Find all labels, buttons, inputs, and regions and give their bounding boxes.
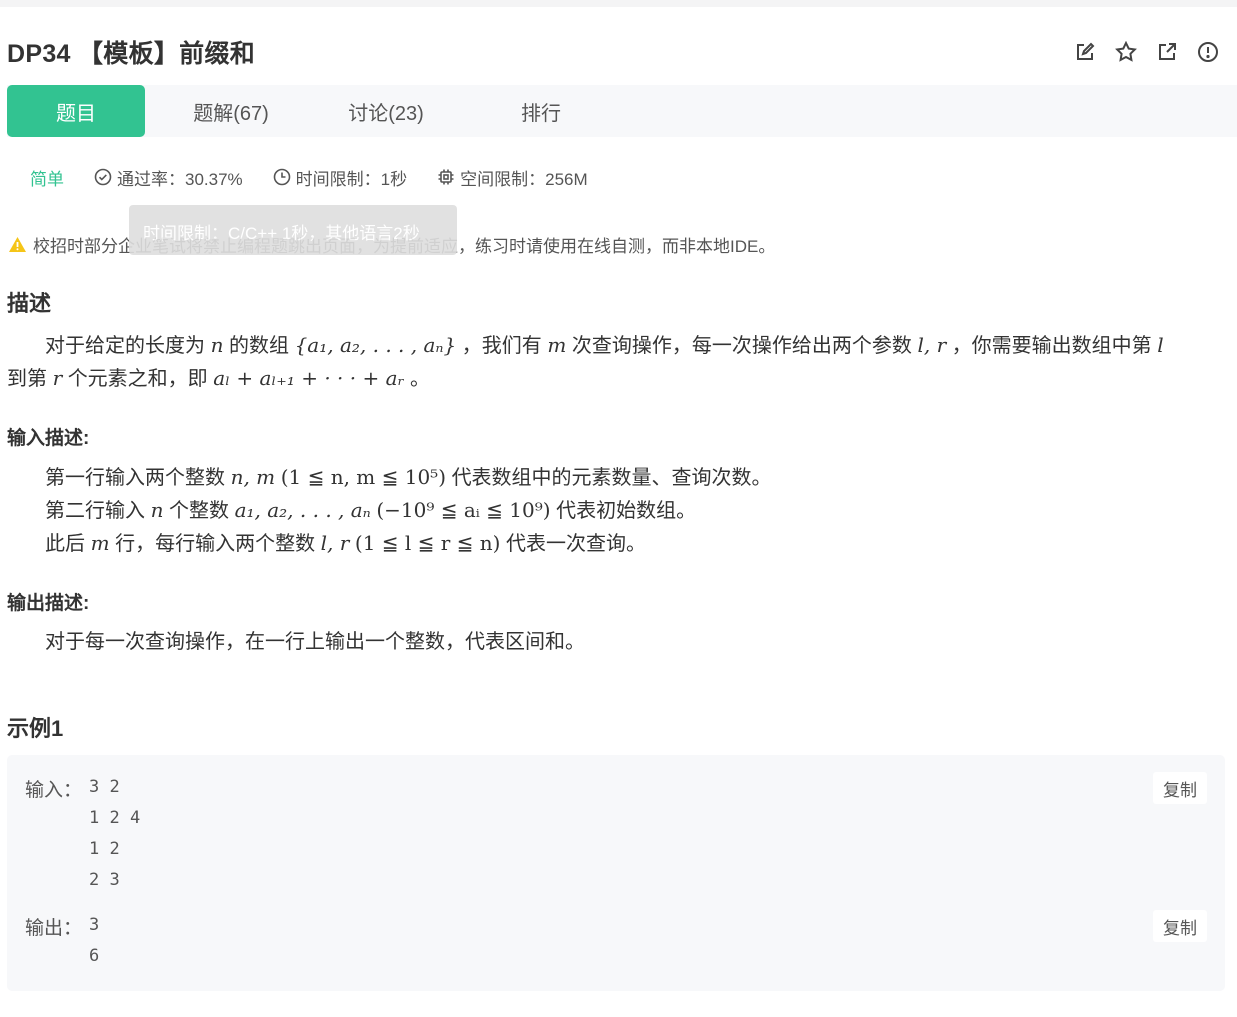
example-output-label: 输出： [25, 918, 83, 939]
example-heading: 示例1 [7, 716, 64, 741]
text: ，你需要输出数组中第 [951, 335, 1152, 357]
text: 对于给定的长度为 [45, 335, 205, 357]
math-array: {a₁, a₂, . . . , aₙ} [294, 333, 457, 357]
external-link-icon[interactable] [1151, 40, 1182, 64]
description-heading: 描述 [7, 291, 52, 316]
text: 代表数组中的元素数量、查询次数。 [451, 467, 772, 489]
math-cond: (1 ≦ l ≦ r ≦ n) [354, 531, 501, 555]
warning-icon [9, 237, 26, 252]
chip-icon [438, 169, 454, 185]
math-r: r [52, 366, 63, 390]
tab-ranking[interactable]: 排行 [472, 85, 610, 137]
math-l: l [1157, 333, 1164, 357]
alert-circle-icon[interactable] [1192, 40, 1223, 64]
math-vars: n, m [230, 465, 276, 489]
description-text: 对于给定的长度为 n 的数组 {a₁, a₂, . . . , aₙ} ，我们有… [7, 329, 1227, 395]
text: 个整数 [169, 500, 230, 522]
input-description: 第一行输入两个整数 n, m (1 ≦ n, m ≦ 10⁵) 代表数组中的元素… [7, 461, 1227, 560]
example-box: 输入： 3 2 1 2 4 1 2 2 3 复制 输出： 3 6 复制 [7, 755, 1225, 991]
check-circle-icon [94, 168, 112, 186]
text: 代表一次查询。 [506, 533, 647, 555]
example-input: 3 2 1 2 4 1 2 2 3 [89, 777, 141, 890]
text: 代表初始数组。 [556, 500, 697, 522]
text: 到第 [7, 368, 47, 390]
text: 个元素之和，即 [67, 368, 208, 390]
text: 。 [410, 368, 431, 390]
page-title: DP34 【模板】前缀和 [7, 40, 256, 68]
time-limit-tooltip: 时间限制：C/C++ 1秒，其他语言2秒 [129, 205, 457, 255]
text: 此后 [45, 533, 85, 555]
space-limit-text: 空间限制：256M [460, 169, 588, 189]
difficulty-badge: 简单 [30, 169, 64, 189]
example-input-label: 输入： [25, 780, 83, 801]
time-limit[interactable]: 时间限制：1秒 [273, 165, 407, 190]
text: 的数组 [229, 335, 290, 357]
pass-rate: 通过率：30.37% [94, 165, 243, 190]
tab-problem[interactable]: 题目 [7, 85, 145, 137]
tab-bar: 题目 题解(67) 讨论(23) 排行 [7, 85, 1237, 137]
top-bar [0, 0, 1237, 7]
math-lr: l, r [917, 333, 947, 357]
text: 次查询操作，每一次操作给出两个参数 [571, 335, 912, 357]
space-limit: 空间限制：256M [437, 165, 588, 190]
math-n: n [210, 333, 224, 357]
output-heading: 输出描述: [7, 593, 90, 614]
math-sum: aₗ + aₗ₊₁ + · · · + aᵣ [213, 366, 405, 390]
time-limit-text: 时间限制：1秒 [295, 169, 408, 189]
output-description: 对于每一次查询操作，在一行上输出一个整数，代表区间和。 [45, 631, 585, 653]
pass-rate-text: 通过率：30.37% [117, 169, 243, 189]
example-output: 3 6 [89, 915, 100, 966]
math-lr: l, r [320, 531, 350, 555]
tab-discussion[interactable]: 讨论(23) [317, 85, 455, 137]
star-icon[interactable] [1110, 40, 1141, 64]
toolbar [1069, 40, 1223, 64]
tooltip-text: 时间限制：C/C++ 1秒，其他语言2秒 [143, 224, 420, 243]
math-n: n [150, 498, 164, 522]
problem-meta: 简单 通过率：30.37% 时间限制：1秒 空间限制：256M [30, 165, 618, 189]
text: 第一行输入两个整数 [45, 467, 225, 489]
text: ，我们有 [461, 335, 542, 357]
math-array: a₁, a₂, . . . , aₙ [234, 498, 371, 522]
math-cond: (−10⁹ ≦ aᵢ ≦ 10⁹) [376, 498, 551, 522]
text: 第二行输入 [45, 500, 145, 522]
tab-solutions[interactable]: 题解(67) [162, 85, 300, 137]
edit-icon[interactable] [1069, 40, 1100, 64]
math-m: m [547, 333, 567, 357]
input-heading: 输入描述: [7, 428, 90, 449]
copy-input-button[interactable]: 复制 [1153, 772, 1207, 804]
text: 行，每行输入两个整数 [115, 533, 316, 555]
math-cond: (1 ≦ n, m ≦ 10⁵) [280, 465, 446, 489]
copy-output-button[interactable]: 复制 [1153, 910, 1207, 942]
clock-icon [273, 168, 290, 186]
math-m: m [90, 531, 110, 555]
